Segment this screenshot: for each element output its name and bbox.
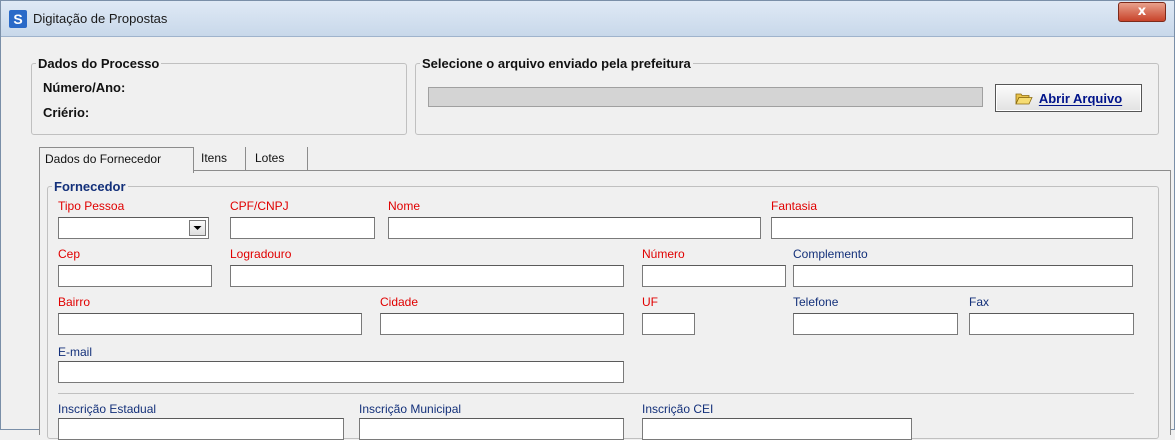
inscricao-cei-field[interactable] [642,418,912,440]
nome-label: Nome [388,199,421,213]
cpf-cnpj-label: CPF/CNPJ [230,199,289,213]
uf-label: UF [642,295,658,309]
cidade-field[interactable] [380,313,624,335]
proposal-entry-window: S Digitação de Propostas x Dados do Proc… [0,0,1175,440]
cidade-label: Cidade [380,295,419,309]
complemento-label: Complemento [793,247,868,261]
folder-open-icon [1015,92,1033,105]
email-label: E-mail [58,345,93,359]
email-field[interactable] [58,361,624,383]
chevron-down-icon[interactable] [189,220,206,236]
inscricao-estadual-label: Inscrição Estadual [58,402,157,416]
process-data-group: Dados do Processo [31,56,407,135]
file-select-legend: Selecione o arquivo enviado pela prefeit… [422,56,691,71]
bairro-label: Bairro [58,295,91,309]
supplier-legend: Fornecedor [54,179,126,194]
logradouro-label: Logradouro [230,247,292,261]
cep-field[interactable] [58,265,212,287]
fantasia-label: Fantasia [771,199,818,213]
fax-field[interactable] [969,313,1134,335]
tab-lotes[interactable]: Lotes [250,147,308,171]
telefone-field[interactable] [793,313,958,335]
tipo-pessoa-label: Tipo Pessoa [58,199,125,213]
numero-label: Número [642,247,685,261]
criterio-label: Criério: [43,105,90,120]
complemento-field[interactable] [793,265,1133,287]
cpf-cnpj-field[interactable] [230,217,375,239]
file-path-field [428,87,983,107]
inscricao-estadual-field[interactable] [58,418,344,440]
inscricao-cei-label: Inscrição CEI [642,402,714,416]
logradouro-field[interactable] [230,265,624,287]
uf-field[interactable] [642,313,695,335]
fantasia-field[interactable] [771,217,1133,239]
fax-label: Fax [969,295,990,309]
tab-itens[interactable]: Itens [196,147,246,171]
open-file-button[interactable]: Abrir Arquivo [995,84,1142,112]
inscricao-municipal-label: Inscrição Municipal [359,402,462,416]
inscricao-municipal-field[interactable] [359,418,624,440]
process-data-legend: Dados do Processo [38,56,160,71]
nome-field[interactable] [388,217,761,239]
numero-ano-label: Número/Ano: [43,80,126,95]
window-title: Digitação de Propostas [33,11,168,26]
section-divider [58,393,1134,394]
tab-dados-fornecedor[interactable]: Dados do Fornecedor [39,147,194,173]
bairro-field[interactable] [58,313,362,335]
app-logo-icon: S [9,10,27,28]
open-file-label: Abrir Arquivo [1038,90,1123,106]
telefone-label: Telefone [793,295,839,309]
close-button[interactable]: x [1118,2,1166,22]
numero-field[interactable] [642,265,786,287]
title-bar[interactable]: S Digitação de Propostas x [1,1,1174,37]
cep-label: Cep [58,247,81,261]
tipo-pessoa-select[interactable] [58,217,209,239]
